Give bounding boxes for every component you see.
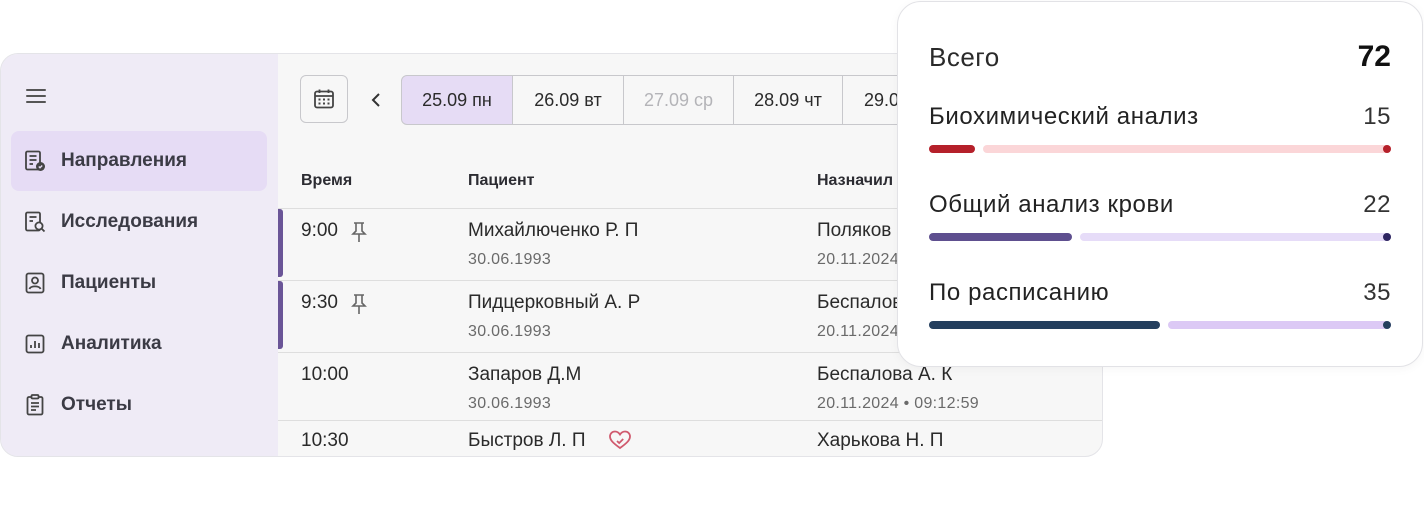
patient-name: Михайлюченко Р. П — [468, 220, 639, 241]
chevron-left-icon[interactable] — [366, 87, 386, 113]
doctor-name: Поляков — [817, 220, 892, 241]
bar-end-dot — [1383, 321, 1391, 329]
total-value: 72 — [1357, 40, 1391, 73]
stat-value: 22 — [1363, 191, 1391, 218]
sidebar-item-reports[interactable]: Отчеты — [11, 375, 267, 435]
row-accent — [278, 281, 283, 349]
stat-value: 15 — [1363, 103, 1391, 130]
assigned-date: 20.11.2024 • 09:12:59 — [817, 395, 979, 412]
sidebar-item-research[interactable]: Исследования — [11, 192, 267, 252]
day-selector: 25.09 пн 26.09 вт 27.09 ср 28.09 чт 29.0… — [401, 75, 954, 125]
stat-value: 35 — [1363, 279, 1391, 306]
bar-end-dot — [1383, 145, 1391, 153]
bar-fill — [929, 145, 975, 153]
day-tab[interactable]: 25.09 пн — [401, 75, 513, 125]
heart-icon — [609, 430, 631, 450]
pin-icon[interactable] — [351, 293, 367, 315]
day-tab[interactable]: 28.09 чт — [733, 75, 843, 125]
referral-doc-icon — [25, 150, 45, 171]
bar-track — [983, 145, 1391, 153]
patient-name: Быстров Л. П — [468, 430, 586, 451]
stats-card: Всего 72 Биохимический анализ 15 Общий а… — [897, 1, 1423, 367]
table-row[interactable]: 10:30 Быстров Л. П Харькова Н. П — [278, 420, 1102, 456]
sidebar-item-label: Отчеты — [61, 394, 132, 415]
column-header-time: Время — [301, 172, 353, 189]
bar-fill — [929, 321, 1160, 329]
sidebar-item-analytics[interactable]: Аналитика — [11, 314, 267, 374]
clipboard-icon — [26, 394, 44, 416]
stat-label: Биохимический анализ — [929, 103, 1199, 130]
patient-card-icon — [25, 272, 45, 294]
sidebar-item-label: Аналитика — [61, 333, 162, 354]
doctor-name: Беспалова А. К — [817, 364, 953, 385]
column-header-doctor: Назначил — [817, 172, 894, 189]
bar-end-dot — [1383, 233, 1391, 241]
patient-name: Пидцерковный А. Р — [468, 292, 641, 313]
calendar-icon — [314, 89, 334, 109]
patient-dob: 30.06.1993 — [468, 251, 552, 268]
doctor-name: Харькова Н. П — [817, 430, 944, 451]
research-doc-icon — [25, 211, 46, 233]
row-accent — [278, 209, 283, 277]
bar-fill — [929, 233, 1072, 241]
day-tab[interactable]: 26.09 вт — [512, 75, 624, 125]
time-cell: 10:00 — [301, 364, 349, 385]
sidebar-item-patients[interactable]: Пациенты — [11, 253, 267, 313]
pin-icon[interactable] — [351, 221, 367, 243]
bar-track — [1080, 233, 1391, 241]
stat-label: Общий анализ крови — [929, 191, 1174, 218]
sidebar-item-label: Пациенты — [61, 272, 157, 293]
time-cell: 10:30 — [301, 430, 349, 451]
day-tab: 27.09 ср — [623, 75, 734, 125]
column-header-patient: Пациент — [468, 172, 535, 189]
chart-icon — [25, 334, 45, 354]
sidebar-item-label: Исследования — [61, 211, 199, 232]
patient-name: Запаров Д.М — [468, 364, 582, 385]
stat-label: По расписанию — [929, 279, 1110, 306]
sidebar: Направления Исследования Пациенты Аналит… — [1, 54, 278, 456]
bar-track — [1168, 321, 1391, 329]
patient-dob: 30.06.1993 — [468, 323, 552, 340]
calendar-button[interactable] — [300, 75, 348, 123]
sidebar-item-label: Направления — [61, 150, 187, 171]
sidebar-item-referrals[interactable]: Направления — [11, 131, 267, 191]
time-cell: 9:30 — [301, 292, 338, 313]
total-label: Всего — [929, 42, 1000, 72]
time-cell: 9:00 — [301, 220, 338, 241]
patient-dob: 30.06.1993 — [468, 395, 552, 412]
hamburger-icon[interactable] — [25, 85, 49, 109]
